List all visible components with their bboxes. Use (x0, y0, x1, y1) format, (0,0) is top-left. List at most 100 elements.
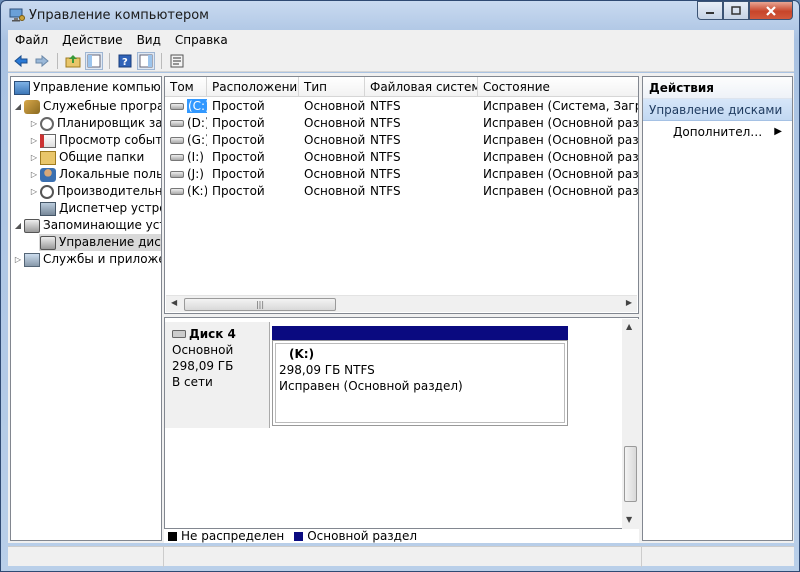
show-action-pane-button[interactable] (137, 51, 155, 70)
tree-node-label: Локальные пользователи (59, 167, 161, 181)
cell-volume: (G:) (165, 132, 207, 149)
cell-type: Основной (304, 99, 365, 113)
volume-name: (K:) (187, 184, 207, 198)
table-row[interactable]: (D:) Простой Основной NTFS Исправен (Осн… (165, 115, 638, 132)
legend: Не распределен Основной раздел (164, 529, 639, 543)
cell-file-system: NTFS (370, 116, 401, 130)
cell-layout: Простой (212, 116, 265, 130)
drive-icon (170, 171, 184, 178)
tree-node-device-manager[interactable]: Диспетчер устройств (39, 200, 161, 217)
table-row[interactable]: (G:) Простой Основной NTFS Исправен (Осн… (165, 132, 638, 149)
toolbar-separator (161, 52, 162, 69)
cell-layout: Простой (212, 99, 265, 113)
horizontal-scroll-thumb[interactable]: ||| (184, 298, 336, 311)
column-header-layout[interactable]: Расположение (207, 77, 299, 97)
table-row[interactable]: (I:) Простой Основной NTFS Исправен (Осн… (165, 149, 638, 166)
more-actions-item[interactable]: Дополнительные действия ▶ (643, 121, 792, 143)
actions-pane: Действия Управление дисками Дополнительн… (642, 76, 793, 541)
horizontal-scrollbar[interactable]: ◀ ||| ▶ (166, 295, 637, 312)
scroll-left-icon[interactable]: ◀ (171, 298, 177, 307)
tree-node-root[interactable]: Управление компьютером (локальным) (13, 79, 161, 96)
collapsed-arrow-icon[interactable]: ▷ (29, 149, 39, 166)
cell-status: Исправен (Основной раздел) (483, 167, 638, 181)
scroll-up-icon[interactable]: ▲ (626, 322, 632, 331)
tree-node-disk-management[interactable]: Управление дисками (39, 234, 161, 251)
cell-file-system: NTFS (370, 133, 401, 147)
table-row[interactable]: (C:) Простой Основной NTFS Исправен (Сис… (165, 98, 638, 115)
tree-node-event-viewer[interactable]: ▷ Просмотр событий (29, 132, 161, 149)
partition-size-fs: 298,09 ГБ NTFS (279, 363, 375, 377)
back-button[interactable] (12, 52, 30, 70)
help-button[interactable]: ? (116, 52, 134, 70)
column-header-file-system[interactable]: Файловая система (365, 77, 478, 97)
partition-name: (K:) (289, 347, 315, 361)
vertical-scroll-thumb[interactable] (624, 446, 637, 502)
tree-node-system-tools[interactable]: ◢ Служебные программы (13, 98, 161, 115)
tree-node-shared-folders[interactable]: ▷ Общие папки (29, 149, 144, 166)
close-icon (766, 5, 776, 16)
collapsed-arrow-icon[interactable]: ▷ (29, 115, 39, 132)
tree-node-storage[interactable]: ◢ Запоминающие устройства (13, 217, 161, 234)
cell-file-system: NTFS (370, 99, 401, 113)
menu-action[interactable]: Действие (55, 33, 129, 47)
tree-node-task-scheduler[interactable]: ▷ Планировщик заданий (29, 115, 161, 132)
status-section (642, 547, 792, 567)
scroll-down-icon[interactable]: ▼ (626, 515, 632, 524)
column-header-type[interactable]: Тип (299, 77, 365, 97)
collapsed-arrow-icon[interactable]: ▷ (29, 166, 39, 183)
disk-info[interactable]: Диск 4 Основной 298,09 ГБ В сети (165, 322, 270, 428)
disk-status: В сети (172, 375, 213, 389)
minimize-button[interactable] (697, 1, 723, 20)
column-header-volume[interactable]: Том (165, 77, 207, 97)
help-icon: ? (118, 54, 132, 68)
menu-file[interactable]: Файл (8, 33, 55, 47)
cell-layout: Простой (212, 184, 265, 198)
collapsed-arrow-icon[interactable]: ▷ (13, 251, 23, 268)
tree-node-services[interactable]: ▷ Службы и приложения (13, 251, 161, 268)
computer-management-icon (9, 8, 25, 22)
menu-view[interactable]: Вид (130, 33, 168, 47)
drive-icon (170, 188, 184, 195)
maximize-button[interactable] (723, 1, 749, 20)
cell-type: Основной (304, 133, 365, 147)
tree-node-label: Диспетчер устройств (59, 201, 161, 215)
tree-node-local-users[interactable]: ▷ Локальные пользователи (29, 166, 161, 183)
show-tree-button[interactable] (85, 51, 103, 70)
partition-block[interactable]: (K:) 298,09 ГБ NTFS Исправен (Основной р… (272, 340, 568, 426)
show-tree-icon (87, 54, 101, 67)
menu-help[interactable]: Справка (168, 33, 235, 47)
console-tree: Управление компьютером (локальным) ◢ Слу… (10, 76, 162, 541)
cell-volume: (D:) (165, 115, 207, 132)
tree-node-performance[interactable]: ▷ Производительность (29, 183, 161, 200)
scroll-right-icon[interactable]: ▶ (626, 298, 632, 307)
table-row[interactable]: (J:) Простой Основной NTFS Исправен (Осн… (165, 166, 638, 183)
expanded-arrow-icon[interactable]: ◢ (13, 217, 23, 234)
vertical-scrollbar[interactable]: ▲ ▼ (622, 319, 639, 529)
cell-volume: (I:) (165, 149, 207, 166)
expanded-arrow-icon[interactable]: ◢ (13, 98, 23, 115)
cell-file-system: NTFS (370, 184, 401, 198)
tree-node-label: Управление дисками (59, 235, 161, 249)
up-folder-button[interactable] (64, 52, 82, 70)
cell-file-system: NTFS (370, 150, 401, 164)
column-header-status[interactable]: Состояние (478, 77, 638, 97)
title-bar[interactable]: Управление компьютером (1, 1, 799, 30)
status-bar (8, 546, 794, 567)
volume-name: (C:) (187, 99, 207, 113)
actions-section-disk-management[interactable]: Управление дисками (643, 99, 792, 121)
cell-layout: Простой (212, 167, 265, 181)
toolbar-separator (57, 52, 58, 69)
table-row[interactable]: (K:) Простой Основной NTFS Исправен (Осн… (165, 183, 638, 200)
collapsed-arrow-icon[interactable]: ▷ (29, 183, 39, 200)
properties-button[interactable] (168, 52, 186, 70)
back-arrow-icon (14, 54, 28, 67)
performance-icon (40, 184, 54, 199)
tree-node-label: Общие папки (59, 150, 145, 164)
cell-layout: Простой (212, 150, 265, 164)
close-button[interactable] (749, 1, 793, 20)
volume-list-header: Том Расположение Тип Файловая система Со… (165, 77, 638, 97)
actions-header: Действия (643, 77, 792, 99)
cell-status: Исправен (Основной раздел) (483, 116, 638, 130)
forward-button[interactable] (33, 52, 51, 70)
collapsed-arrow-icon[interactable]: ▷ (29, 132, 39, 149)
